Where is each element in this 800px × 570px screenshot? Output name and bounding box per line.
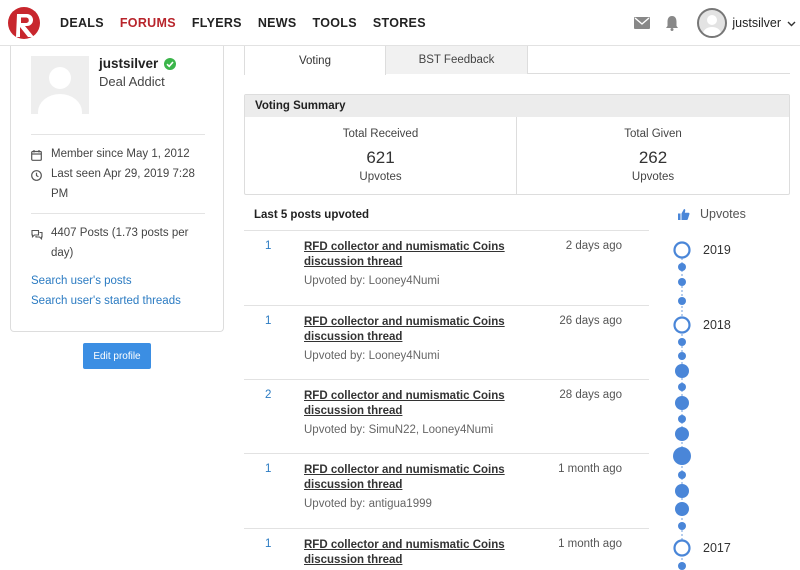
total-given: Total Given 262 Upvotes (517, 117, 789, 194)
post-time: 26 days ago (559, 315, 622, 327)
total-received-unit: Upvotes (359, 171, 402, 183)
post-time: 1 month ago (558, 463, 622, 475)
nav-stores[interactable]: STORES (373, 16, 426, 30)
post-title-link[interactable]: RFD collector and numismatic Coins discu… (304, 389, 544, 419)
posts-heading: Last 5 posts upvoted (254, 209, 370, 221)
nav-forums[interactable]: FORUMS (120, 16, 176, 30)
mail-icon[interactable] (633, 14, 651, 32)
post-time: 1 month ago (558, 538, 622, 550)
rfd-logo[interactable] (6, 5, 46, 41)
top-header: DEALS FORUMS FLYERS NEWS TOOLS STORES ju… (0, 0, 800, 46)
post-title-link[interactable]: RFD collector and numismatic Coins discu… (304, 538, 544, 568)
tab-bst-feedback[interactable]: BST Feedback (386, 46, 528, 74)
comments-icon (31, 223, 45, 263)
clock-icon (31, 164, 45, 204)
avatar[interactable] (697, 8, 728, 38)
timeline-year-2018[interactable]: 2018 (703, 318, 731, 332)
divider (31, 134, 205, 135)
upvotes-timeline (673, 241, 691, 570)
total-given-label: Total Given (624, 128, 682, 140)
upvotes-timeline-heading: Upvotes (677, 207, 746, 221)
profile-card: justsilver Deal Addict Member since May … (10, 46, 224, 332)
search-threads-link[interactable]: Search user's started threads (31, 295, 181, 307)
list-item: 1 RFD collector and numismatic Coins dis… (244, 528, 649, 570)
total-received: Total Received 621 Upvotes (245, 117, 517, 194)
header-username[interactable]: justsilver (732, 16, 781, 30)
last-seen-text: Last seen Apr 29, 2019 7:28 PM (51, 168, 195, 200)
search-posts-link[interactable]: Search user's posts (31, 275, 132, 287)
upvoted-by: Upvoted by: Looney4Numi (304, 350, 440, 362)
profile-name-text: justsilver (99, 56, 159, 71)
timeline-year-2019[interactable]: 2019 (703, 243, 731, 257)
upvote-count[interactable]: 1 (265, 315, 271, 327)
upvote-count[interactable]: 1 (265, 538, 271, 550)
post-title-link[interactable]: RFD collector and numismatic Coins discu… (304, 240, 544, 270)
post-title-link[interactable]: RFD collector and numismatic Coins discu… (304, 315, 544, 345)
list-item: 1 RFD collector and numismatic Coins dis… (244, 230, 649, 305)
voting-summary-heading: Voting Summary (245, 95, 789, 117)
post-time: 28 days ago (559, 389, 622, 401)
total-given-unit: Upvotes (631, 171, 675, 183)
nav-news[interactable]: NEWS (258, 16, 297, 30)
upvote-count[interactable]: 1 (265, 240, 271, 252)
nav-deals[interactable]: DEALS (60, 16, 104, 30)
upvoted-by: Upvoted by: SimuN22, Looney4Numi (304, 424, 494, 436)
post-title-link[interactable]: RFD collector and numismatic Coins discu… (304, 463, 544, 493)
divider (31, 213, 205, 214)
upvotes-timeline-label: Upvotes (700, 207, 746, 221)
nav-flyers[interactable]: FLYERS (192, 16, 242, 30)
list-item: 1 RFD collector and numismatic Coins dis… (244, 453, 649, 528)
voting-summary: Voting Summary Total Received 621 Upvote… (244, 94, 790, 195)
profile-tabs: Voting BST Feedback (244, 46, 790, 75)
total-given-value: 262 (638, 148, 668, 167)
list-item: 1 RFD collector and numismatic Coins dis… (244, 305, 649, 380)
upvoted-by: Upvoted by: antigua1999 (304, 498, 432, 510)
upvote-count[interactable]: 1 (265, 463, 271, 475)
chevron-down-icon[interactable] (787, 14, 796, 32)
header-user-area: justsilver (633, 0, 800, 46)
main-nav: DEALS FORUMS FLYERS NEWS TOOLS STORES (60, 0, 442, 46)
profile-name: justsilver (99, 56, 177, 71)
post-time: 2 days ago (565, 240, 622, 252)
posts-text: 4407 Posts (1.73 posts per day) (51, 227, 189, 259)
timeline-year-2017[interactable]: 2017 (703, 541, 731, 555)
total-received-label: Total Received (342, 128, 419, 140)
thumbs-up-icon (678, 208, 690, 220)
posts-row: 4407 Posts (1.73 posts per day) (31, 223, 211, 263)
upvote-count[interactable]: 2 (265, 389, 271, 401)
list-item: 2 RFD collector and numismatic Coins dis… (244, 379, 649, 454)
upvoted-by: Upvoted by: Looney4Numi (304, 275, 440, 287)
edit-profile-button[interactable]: Edit profile (83, 343, 151, 369)
last-seen-row: Last seen Apr 29, 2019 7:28 PM (31, 164, 211, 204)
bell-icon[interactable] (663, 14, 681, 32)
nav-tools[interactable]: TOOLS (313, 16, 357, 30)
profile-title: Deal Addict (99, 74, 165, 89)
profile-avatar (31, 56, 89, 114)
verified-check-icon (164, 57, 177, 70)
tab-voting[interactable]: Voting (244, 46, 386, 75)
total-received-value: 621 (366, 148, 395, 167)
